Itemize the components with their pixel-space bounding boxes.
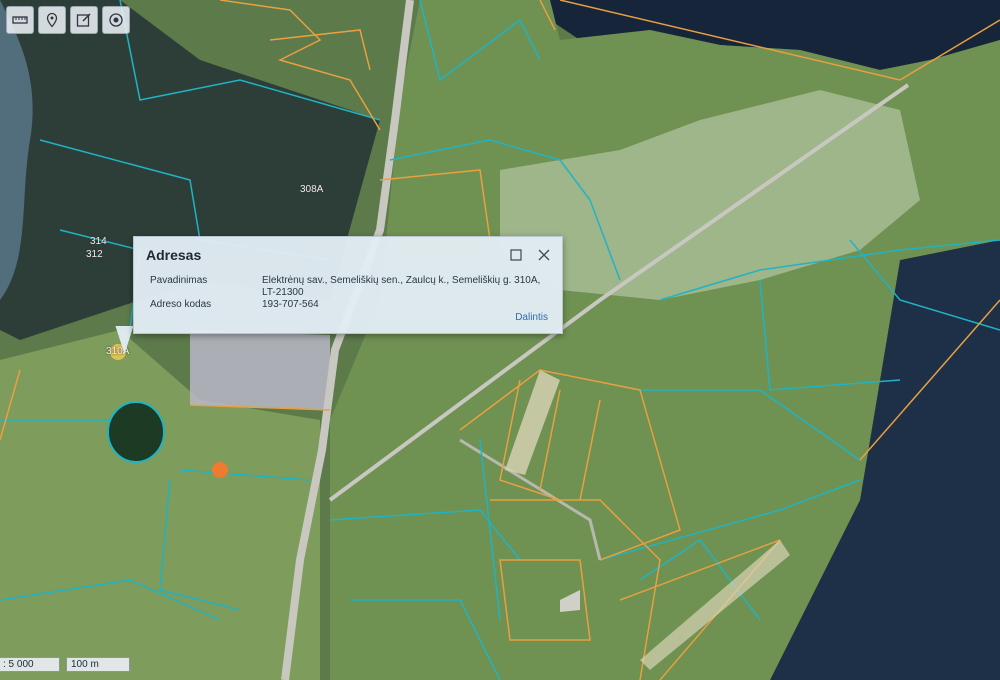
map-toolbar bbox=[6, 6, 130, 34]
pond bbox=[107, 401, 165, 463]
satellite-map[interactable] bbox=[0, 0, 1000, 680]
address-code-value: 193-707-564 bbox=[262, 299, 319, 310]
address-name-value: Elektrėnų sav., Semeliškių sen., Zaulcų … bbox=[262, 275, 541, 298]
target-icon bbox=[109, 13, 123, 27]
address-popup: Adresas Pavadinimas Elektrėnų sav., Seme… bbox=[133, 236, 563, 334]
locate-button[interactable] bbox=[102, 6, 130, 34]
address-name-label: Pavadinimas bbox=[150, 275, 208, 286]
maximize-icon bbox=[510, 249, 522, 261]
edit-button[interactable] bbox=[70, 6, 98, 34]
close-icon bbox=[538, 249, 550, 261]
address-code-label: Adreso kodas bbox=[150, 299, 212, 310]
measure-button[interactable] bbox=[6, 6, 34, 34]
close-button[interactable] bbox=[536, 247, 552, 263]
edit-icon bbox=[76, 13, 91, 27]
scale-bar: 100 m bbox=[66, 657, 130, 672]
share-link[interactable]: Dalintis bbox=[515, 312, 548, 323]
maximize-button[interactable] bbox=[508, 247, 524, 263]
parcel-label-312: 312 bbox=[86, 249, 103, 260]
marker-icon bbox=[46, 12, 58, 28]
marker-button[interactable] bbox=[38, 6, 66, 34]
popup-title: Adresas bbox=[146, 247, 202, 263]
parcel-label-314: 314 bbox=[90, 236, 107, 247]
location-marker[interactable] bbox=[212, 462, 228, 478]
ruler-icon bbox=[12, 16, 28, 24]
parcel-label-308a: 308A bbox=[300, 184, 324, 195]
scale-ratio: : 5 000 bbox=[0, 657, 60, 672]
